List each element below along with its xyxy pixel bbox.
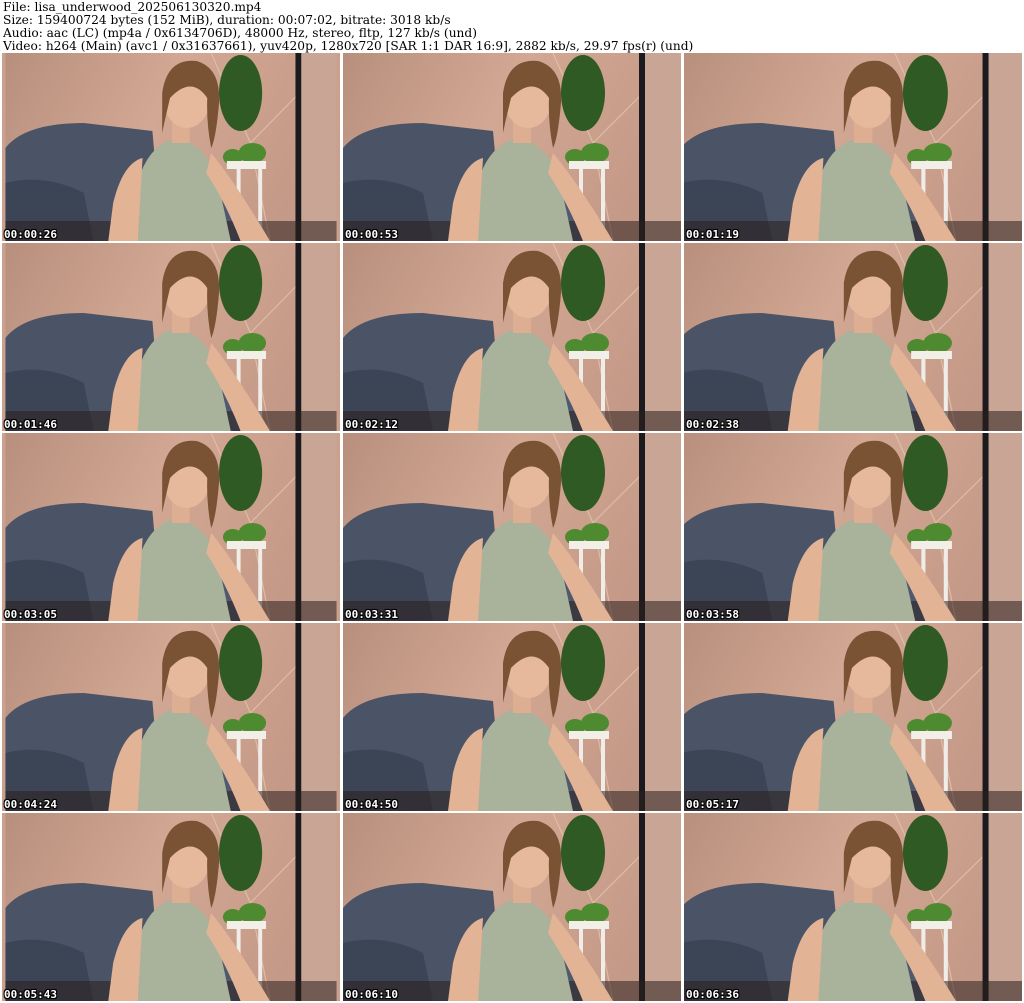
webcam-frame-image [684,53,1022,241]
video-thumbnail-2[interactable]: 00:00:53 [343,53,681,241]
video-thumbnail-4[interactable]: 00:01:46 [2,243,340,431]
video-thumbnail-10[interactable]: 00:04:24 [2,623,340,811]
video-thumbnail-13[interactable]: 00:05:43 [2,813,340,1001]
thumbnail-timestamp: 00:02:38 [686,418,739,431]
webcam-frame-image [343,243,681,431]
thumbnail-timestamp: 00:00:26 [4,228,57,241]
thumbnail-timestamp: 00:04:50 [345,798,398,811]
webcam-frame-image [343,623,681,811]
webcam-frame-image [684,243,1022,431]
file-info-header: File: lisa_underwood_202506130320.mp4 Si… [3,1,693,53]
video-thumbnail-5[interactable]: 00:02:12 [343,243,681,431]
video-info-line: Video: h264 (Main) (avc1 / 0x31637661), … [3,39,694,53]
thumbnail-timestamp: 00:03:31 [345,608,398,621]
webcam-frame-image [5,813,337,1001]
webcam-frame-image [343,433,681,621]
thumbnail-timestamp: 00:01:46 [4,418,57,431]
webcam-frame-image [684,623,1022,811]
video-thumbnail-12[interactable]: 00:05:17 [684,623,1022,811]
video-thumbnail-1[interactable]: 00:00:26 [2,53,340,241]
video-thumbnail-6[interactable]: 00:02:38 [684,243,1022,431]
video-thumbnail-3[interactable]: 00:01:19 [684,53,1022,241]
thumbnail-timestamp: 00:06:10 [345,988,398,1001]
webcam-frame-image [5,623,337,811]
thumbnail-timestamp: 00:05:43 [4,988,57,1001]
webcam-frame-image [684,433,1022,621]
webcam-frame-image [5,53,337,241]
thumbnail-timestamp: 00:03:58 [686,608,739,621]
thumbnail-timestamp: 00:01:19 [686,228,739,241]
video-thumbnail-15[interactable]: 00:06:36 [684,813,1022,1001]
thumbnail-timestamp: 00:02:12 [345,418,398,431]
webcam-frame-image [5,433,337,621]
video-thumbnail-9[interactable]: 00:03:58 [684,433,1022,621]
webcam-frame-image [343,813,681,1001]
thumbnail-timestamp: 00:05:17 [686,798,739,811]
webcam-frame-image [5,243,337,431]
webcam-frame-image [343,53,681,241]
thumbnail-grid: 00:00:26 00:00:53 00:01:19 00:01:46 00:0… [2,53,1022,1001]
video-thumbnail-14[interactable]: 00:06:10 [343,813,681,1001]
video-thumbnail-7[interactable]: 00:03:05 [2,433,340,621]
webcam-frame-image [684,813,1022,1001]
video-thumbnail-8[interactable]: 00:03:31 [343,433,681,621]
video-thumbnail-11[interactable]: 00:04:50 [343,623,681,811]
thumbnail-timestamp: 00:04:24 [4,798,57,811]
thumbnail-timestamp: 00:03:05 [4,608,57,621]
thumbnail-timestamp: 00:06:36 [686,988,739,1001]
thumbnail-timestamp: 00:00:53 [345,228,398,241]
